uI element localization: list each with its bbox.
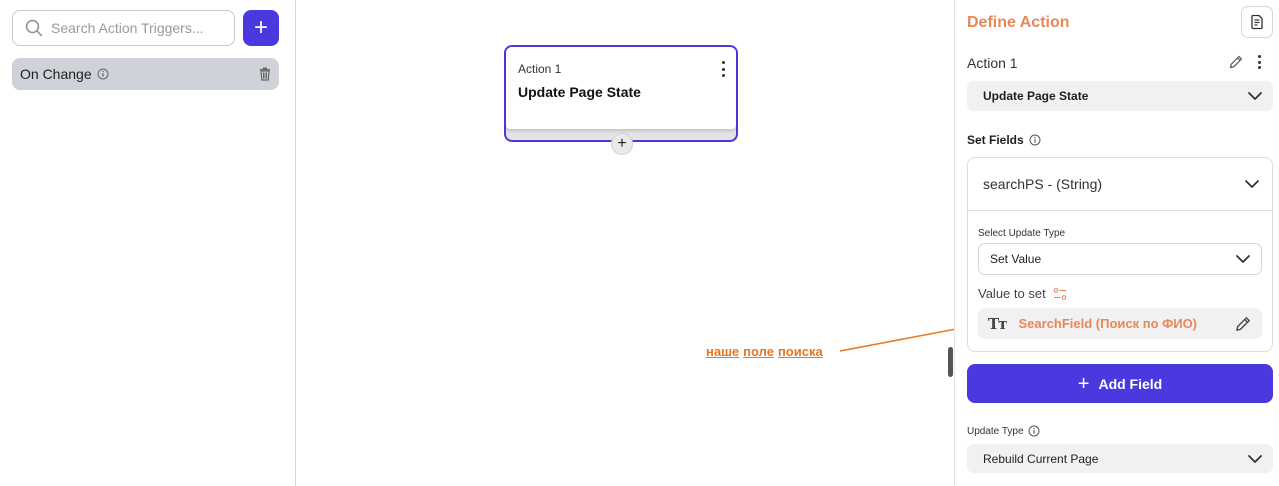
set-fields-label: Set Fields	[967, 133, 1041, 147]
search-icon	[25, 19, 43, 37]
document-icon	[1251, 14, 1263, 30]
value-text: SearchField (Поиск по ФИО)	[1018, 316, 1198, 331]
select-update-type-label: Select Update Type	[978, 228, 1066, 239]
action-triggers-panel: + On Change	[0, 0, 296, 486]
update-type-select-value: Set Value	[990, 252, 1042, 266]
annotation-word: наше	[706, 344, 740, 359]
chevron-down-icon	[1245, 180, 1259, 188]
action-card-label: Action 1	[518, 62, 562, 76]
action-name: Action 1	[967, 55, 1018, 71]
chevron-down-icon	[1248, 92, 1262, 100]
panel-resize-handle[interactable]	[948, 347, 953, 377]
annotation-word: поле	[743, 344, 774, 359]
annotation-text: наше поле поиска	[706, 344, 827, 359]
action-flow-canvas: Action 1 Update Page State + наше поле пои…	[296, 0, 946, 486]
field-editor: searchPS - (String) Select Update Type S…	[967, 157, 1273, 352]
rebuild-type-select[interactable]: Rebuild Current Page	[967, 444, 1273, 473]
pencil-icon[interactable]	[1234, 315, 1252, 333]
document-button[interactable]	[1241, 6, 1273, 38]
action-type-value: Update Page State	[983, 89, 1089, 103]
update-type-text: Update Type	[967, 425, 1024, 437]
app-root: + On Change Action 1 Update Page	[0, 0, 1279, 486]
field-name: searchPS - (String)	[983, 176, 1103, 192]
value-to-set-label: Value to set	[978, 286, 1067, 301]
search-input[interactable]	[51, 20, 221, 36]
plus-icon: +	[253, 14, 268, 41]
rebuild-type-value: Rebuild Current Page	[983, 451, 1099, 466]
update-type-label: Update Type	[967, 425, 1040, 437]
pencil-icon[interactable]	[1228, 54, 1244, 70]
field-header[interactable]: searchPS - (String)	[968, 158, 1272, 211]
define-action-panel: Define Action Action 1 Update Page State…	[954, 0, 1279, 486]
search-action-triggers[interactable]	[12, 10, 235, 46]
info-icon	[1029, 134, 1041, 146]
chevron-down-icon	[1248, 454, 1262, 463]
plus-icon: +	[1077, 372, 1090, 395]
kebab-icon[interactable]	[720, 61, 726, 77]
add-trigger-button[interactable]: +	[243, 10, 279, 46]
kebab-icon[interactable]	[1257, 55, 1261, 69]
plus-icon: +	[617, 135, 627, 152]
add-field-button[interactable]: + Add Field	[967, 364, 1273, 403]
trigger-item-on-change[interactable]: On Change	[12, 58, 279, 90]
variable-icon[interactable]	[1053, 287, 1067, 301]
value-to-set-text: Value to set	[978, 286, 1046, 301]
action-card-title: Update Page State	[518, 84, 641, 100]
update-type-select[interactable]: Set Value	[978, 243, 1262, 275]
trigger-label: On Change	[20, 66, 92, 82]
info-icon	[1028, 425, 1040, 437]
annotation-word: поиска	[777, 344, 823, 359]
info-icon	[97, 68, 109, 80]
add-next-action-button[interactable]: +	[611, 133, 633, 155]
set-fields-text: Set Fields	[967, 133, 1024, 147]
action-card-body: Action 1 Update Page State	[506, 47, 736, 129]
value-chip[interactable]: Tт SearchField (Поиск по ФИО)	[978, 308, 1262, 339]
action-type-select[interactable]: Update Page State	[967, 81, 1273, 111]
action-card[interactable]: Action 1 Update Page State +	[504, 45, 738, 155]
panel-title: Define Action	[967, 14, 1070, 31]
text-type-icon: Tт	[988, 314, 1007, 333]
trash-icon[interactable]	[259, 67, 271, 81]
chevron-down-icon	[1236, 255, 1250, 263]
add-field-label: Add Field	[1098, 375, 1163, 392]
